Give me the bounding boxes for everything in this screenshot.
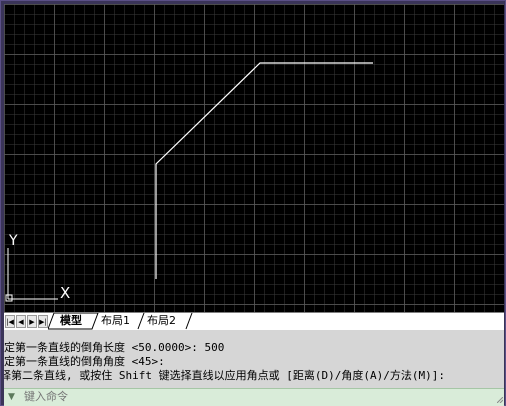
layout-tab-bar: |◀ ◀ ▶ ▶| 模型 布局1 布局2 [4, 312, 504, 331]
tab-model[interactable]: 模型 [56, 313, 86, 329]
tab-layout2[interactable]: 布局2 [143, 313, 180, 329]
app-window: Y X |◀ ◀ ▶ ▶| 模型 布局1 布局2 定第一条直线的倒角长度 <50… [0, 0, 506, 406]
chamfered-polyline[interactable] [155, 62, 373, 279]
command-history-line: 择第二条直线, 或按住 Shift 键选择直线以应用角点或 [距离(D)/角度(… [4, 369, 445, 382]
drawing-svg: Y X [5, 62, 373, 302]
previous-layout-button[interactable]: ◀ [16, 315, 26, 328]
command-line: ▼ [4, 388, 504, 406]
next-layout-button[interactable]: ▶ [27, 315, 37, 328]
command-history: 定第一条直线的倒角长度 <50.0000>: 500 定第一条直线的倒角角度 <… [4, 330, 504, 388]
drawing-canvas[interactable]: Y X [4, 4, 504, 312]
ucs-x-label: X [60, 284, 70, 302]
command-input[interactable] [24, 389, 484, 405]
caret-down-icon[interactable]: ▼ [8, 391, 15, 403]
resize-grip-icon[interactable] [497, 397, 503, 403]
last-layout-button[interactable]: ▶| [38, 315, 48, 328]
tab-layout1[interactable]: 布局1 [97, 313, 134, 329]
first-layout-button[interactable]: |◀ [5, 315, 15, 328]
ucs-y-label: Y [8, 233, 18, 249]
ucs-icon [5, 248, 58, 302]
